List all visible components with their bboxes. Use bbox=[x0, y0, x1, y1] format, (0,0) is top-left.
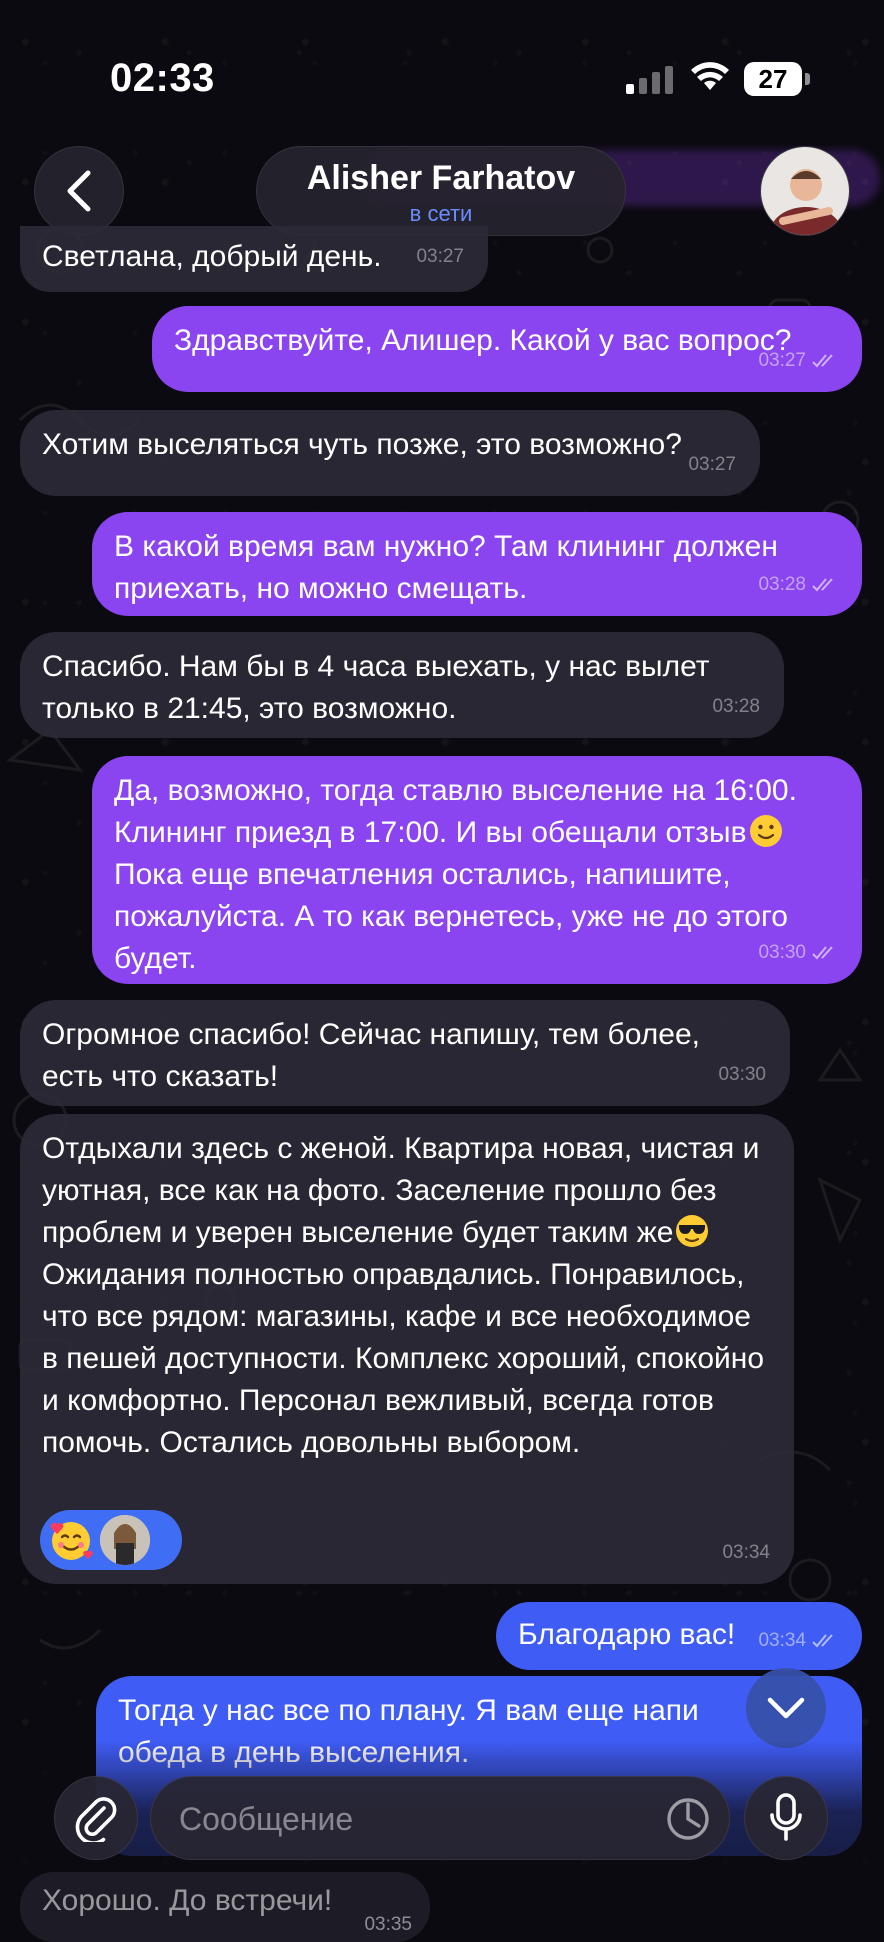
message-incoming[interactable]: Спасибо. Нам бы в 4 часа выехать, у нас … bbox=[20, 632, 784, 738]
reactor-avatar bbox=[100, 1515, 150, 1565]
smiling-face-with-sunglasses-icon bbox=[676, 1215, 709, 1247]
message-time: 03:27 bbox=[688, 454, 736, 475]
attach-button[interactable] bbox=[54, 1776, 138, 1860]
message-input[interactable] bbox=[177, 1777, 621, 1861]
message-incoming[interactable]: Светлана, добрый день. 03:27 bbox=[20, 226, 488, 292]
voice-message-button[interactable] bbox=[744, 1776, 828, 1860]
read-checkmarks-icon bbox=[812, 578, 833, 592]
read-checkmarks-icon bbox=[812, 946, 833, 960]
message-time: 03:35 bbox=[364, 1914, 412, 1935]
read-checkmarks-icon bbox=[812, 354, 833, 368]
message-text: Да, возможно, тогда ставлю выселение на … bbox=[114, 774, 797, 975]
message-incoming[interactable]: Огромное спасибо! Сейчас напишу, тем бол… bbox=[20, 1000, 790, 1106]
message-time: 03:34 bbox=[758, 1620, 838, 1662]
reactor-avatar-image bbox=[100, 1515, 150, 1565]
sticker-icon[interactable] bbox=[665, 1796, 711, 1842]
message-time: 03:28 bbox=[712, 696, 760, 717]
status-bar: 02:33 27 bbox=[0, 0, 884, 140]
microphone-icon bbox=[770, 1793, 802, 1841]
message-reaction[interactable] bbox=[40, 1510, 182, 1570]
message-time: 03:30 bbox=[718, 1064, 766, 1085]
smiling-face-with-hearts-icon bbox=[50, 1522, 93, 1560]
status-time: 02:33 bbox=[110, 56, 215, 100]
message-time: 03:30 bbox=[758, 932, 838, 974]
message-incoming[interactable]: Хотим выселяться чуть позже, это возможн… bbox=[20, 410, 760, 496]
contact-status: в сети bbox=[409, 201, 473, 226]
message-outgoing[interactable]: Здравствуйте, Алишер. Какой у вас вопрос… bbox=[152, 306, 862, 392]
message-text: Хорошо. До встречи! bbox=[42, 1884, 333, 1917]
battery-level: 27 bbox=[744, 62, 802, 96]
contact-name: Alisher Farhatov bbox=[306, 159, 576, 197]
message-text: Отдыхали здесь с женой. Квартира новая, … bbox=[42, 1132, 765, 1459]
message-text: Светлана, добрый день. bbox=[42, 240, 382, 273]
message-time: 03:28 bbox=[758, 564, 838, 606]
message-composer bbox=[150, 1776, 730, 1861]
message-time: 03:27 bbox=[416, 246, 464, 267]
battery-tip bbox=[805, 73, 810, 85]
read-checkmarks-icon bbox=[812, 1634, 833, 1648]
message-outgoing[interactable]: Да, возможно, тогда ставлю выселение на … bbox=[92, 756, 862, 984]
battery-icon: 27 bbox=[744, 62, 810, 96]
message-time: 03:34 bbox=[722, 1542, 770, 1563]
contact-avatar[interactable] bbox=[760, 146, 850, 236]
wifi-icon bbox=[691, 62, 729, 90]
message-incoming[interactable]: Хорошо. До встречи! 03:35 bbox=[20, 1872, 430, 1942]
message-text: Спасибо. Нам бы в 4 часа выехать, у нас … bbox=[42, 650, 710, 725]
cellular-signal-icon bbox=[626, 66, 673, 94]
message-time: 03:27 bbox=[758, 340, 838, 382]
message-outgoing[interactable]: В какой время вам нужно? Там клининг дол… bbox=[92, 512, 862, 616]
message-text: В какой время вам нужно? Там клининг дол… bbox=[114, 530, 778, 605]
chevron-down-icon bbox=[767, 1697, 805, 1719]
message-text: Здравствуйте, Алишер. Какой у вас вопрос… bbox=[174, 324, 792, 357]
slightly-smiling-face-icon bbox=[749, 815, 782, 847]
message-text: Огромное спасибо! Сейчас напишу, тем бол… bbox=[42, 1018, 700, 1093]
message-text: Хотим выселяться чуть позже, это возможн… bbox=[42, 428, 682, 461]
chat-title[interactable]: Alisher Farhatov в сети bbox=[256, 146, 626, 236]
scroll-to-bottom-button[interactable] bbox=[746, 1668, 826, 1748]
back-button[interactable] bbox=[34, 146, 124, 236]
paperclip-icon bbox=[75, 1797, 117, 1842]
avatar-image bbox=[761, 147, 849, 235]
message-outgoing[interactable]: Благодарю вас! 03:34 bbox=[496, 1602, 862, 1670]
chevron-left-icon bbox=[67, 170, 91, 212]
